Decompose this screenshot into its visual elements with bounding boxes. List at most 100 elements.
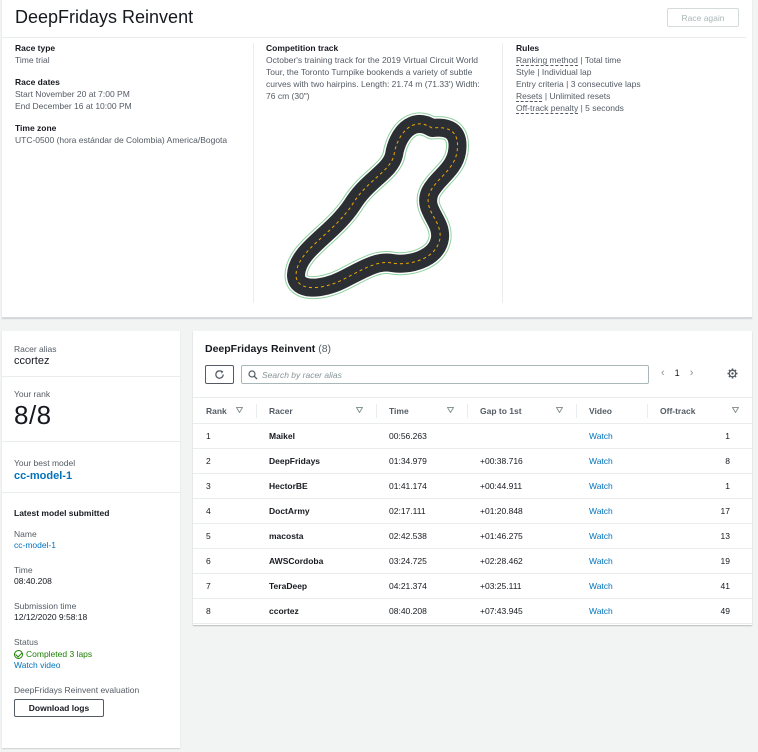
rule-style: Style | Individual lap xyxy=(516,66,746,78)
best-model-section: Your best model cc-model-1 xyxy=(2,442,180,493)
racer-alias-label: Racer alias xyxy=(14,344,57,354)
resets-key[interactable]: Resets xyxy=(516,91,543,102)
chevron-right-icon[interactable]: › xyxy=(690,367,694,379)
chevron-left-icon[interactable]: ‹ xyxy=(661,367,665,379)
watch-link[interactable]: Watch xyxy=(589,506,613,516)
race-again-button[interactable]: Race again xyxy=(667,8,739,27)
rule-separator: | xyxy=(566,79,569,89)
cell-offtrack: 17 xyxy=(720,506,730,516)
entry-criteria-key: Entry criteria xyxy=(516,79,564,89)
cell-time: 04:21.374 xyxy=(389,581,427,591)
cell-rank: 4 xyxy=(206,506,211,516)
cell-gap: +07:43.945 xyxy=(480,606,523,616)
cell-gap: +01:46.275 xyxy=(480,531,523,541)
race-end-date: End December 16 at 10:00 PM xyxy=(15,101,132,111)
rules-label: Rules xyxy=(516,43,540,53)
table-row: 5 macosta 02:42.538 +01:46.275 Watch 13 xyxy=(193,524,752,549)
model-name-link[interactable]: cc-model-1 xyxy=(14,540,168,551)
watch-link[interactable]: Watch xyxy=(589,531,613,541)
offtrack-penalty-key[interactable]: Off-track penalty xyxy=(516,103,579,114)
rule-separator: | xyxy=(580,55,583,65)
ranking-method-key[interactable]: Ranking method xyxy=(516,55,578,66)
rule-offtrack: Off-track penalty | 5 seconds xyxy=(516,102,746,114)
watch-link[interactable]: Watch xyxy=(589,581,613,591)
col-racer[interactable]: Racer xyxy=(269,406,293,416)
cell-time: 08:40.208 xyxy=(389,606,427,616)
resets-value: Unlimited resets xyxy=(549,91,611,101)
check-circle-icon xyxy=(14,649,23,659)
rule-separator: | xyxy=(544,91,548,101)
submission-time-label: Submission time xyxy=(14,601,77,611)
refresh-button[interactable] xyxy=(205,365,234,384)
search-box xyxy=(241,365,649,384)
cell-rank: 1 xyxy=(206,431,211,441)
column-divider xyxy=(256,404,257,418)
cell-gap: +00:44.911 xyxy=(480,481,523,491)
rule-separator: | xyxy=(580,103,583,113)
race-info-column: Race type Time trial Race dates Start No… xyxy=(15,43,250,303)
table-row: 2 DeepFridays 01:34.979 +00:38.716 Watch… xyxy=(193,449,752,474)
col-rank[interactable]: Rank xyxy=(206,406,227,416)
rule-resets: Resets | Unlimited resets xyxy=(516,90,746,102)
cell-racer: ccortez xyxy=(269,606,299,616)
status-label: Status xyxy=(14,637,39,647)
model-time-value: 08:40.208 xyxy=(14,576,52,586)
table-row: 4 DoctArmy 02:17.111 +01:20.848 Watch 17 xyxy=(193,499,752,524)
sort-icon[interactable] xyxy=(356,407,363,413)
race-type-label: Race type xyxy=(15,43,56,53)
race-title: DeepFridays Reinvent xyxy=(15,7,194,27)
watch-link[interactable]: Watch xyxy=(589,481,613,491)
alias-section: Racer alias ccortez xyxy=(2,331,180,377)
cell-racer: AWSCordoba xyxy=(269,556,324,566)
col-time[interactable]: Time xyxy=(389,406,409,416)
watch-link[interactable]: Watch xyxy=(589,556,613,566)
cell-racer: Maikel xyxy=(269,431,295,441)
sort-icon[interactable] xyxy=(556,407,563,413)
racer-profile-panel: Racer alias ccortez Your rank 8/8 Your b… xyxy=(2,331,180,748)
cell-gap: +00:38.716 xyxy=(480,456,523,466)
cell-offtrack: 13 xyxy=(720,531,730,541)
table-row: 1 Maikel 00:56.263 Watch 1 xyxy=(193,424,752,449)
status-value: Completed 3 laps xyxy=(14,648,168,660)
watch-link[interactable]: Watch xyxy=(589,456,613,466)
col-offtrack[interactable]: Off-track xyxy=(660,406,695,416)
refresh-icon xyxy=(215,370,224,379)
page-number[interactable]: 1 xyxy=(675,368,680,378)
cell-offtrack: 8 xyxy=(725,456,730,466)
pagination: ‹ 1 › xyxy=(661,367,693,379)
model-name-label: Name xyxy=(14,529,37,539)
cell-time: 00:56.263 xyxy=(389,431,427,441)
rule-ranking: Ranking method | Total time xyxy=(516,54,746,66)
table-row: 7 TeraDeep 04:21.374 +03:25.111 Watch 41 xyxy=(193,574,752,599)
search-input[interactable] xyxy=(262,368,642,381)
column-divider xyxy=(647,404,648,418)
column-divider xyxy=(467,404,468,418)
watch-link[interactable]: Watch xyxy=(589,431,613,441)
sort-icon[interactable] xyxy=(732,407,739,413)
column-divider xyxy=(376,404,377,418)
download-logs-button[interactable]: Download logs xyxy=(14,699,104,717)
gear-icon[interactable] xyxy=(727,368,738,379)
offtrack-penalty-value: 5 seconds xyxy=(585,103,624,113)
cell-racer: TeraDeep xyxy=(269,581,308,591)
cell-offtrack: 1 xyxy=(725,481,730,491)
cell-offtrack: 41 xyxy=(720,581,730,591)
cell-time: 01:34.979 xyxy=(389,456,427,466)
col-gap[interactable]: Gap to 1st xyxy=(480,406,522,416)
column-divider xyxy=(576,404,577,418)
style-value: Individual lap xyxy=(541,67,592,77)
cell-racer: macosta xyxy=(269,531,304,541)
track-description: October's training track for the 2019 Vi… xyxy=(266,55,480,101)
sort-icon[interactable] xyxy=(236,407,243,413)
watch-link[interactable]: Watch xyxy=(589,606,613,616)
ranking-method-value: Total time xyxy=(584,55,622,65)
col-video: Video xyxy=(589,406,612,416)
sort-icon[interactable] xyxy=(447,407,454,413)
cell-rank: 5 xyxy=(206,531,211,541)
cell-gap: +02:28.462 xyxy=(480,556,523,566)
best-model-link[interactable]: cc-model-1 xyxy=(14,470,168,482)
watch-video-link[interactable]: Watch video xyxy=(14,660,168,671)
best-model-label: Your best model xyxy=(14,458,76,468)
cell-rank: 2 xyxy=(206,456,211,466)
cell-time: 02:42.538 xyxy=(389,531,427,541)
